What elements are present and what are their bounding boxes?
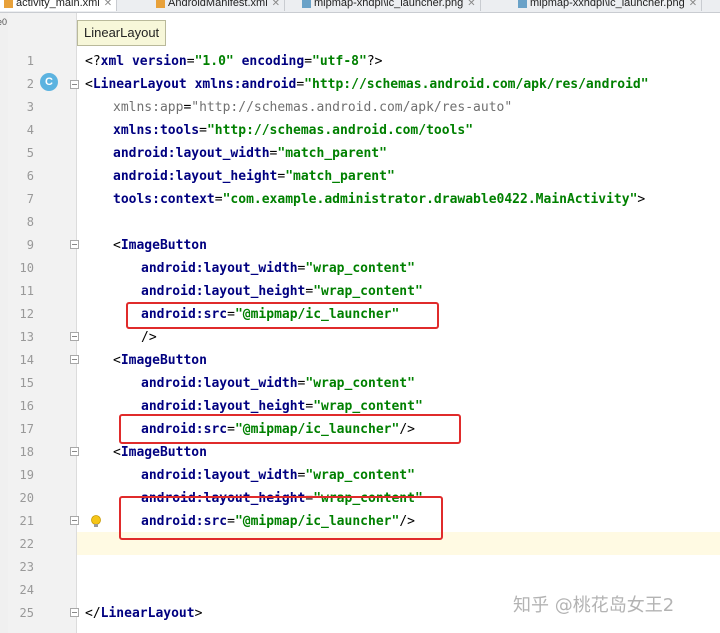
- xml-file-icon: [4, 0, 13, 8]
- line-number: 21: [19, 514, 34, 528]
- line-number: 3: [26, 100, 34, 114]
- highlight-box-src-3: [119, 496, 443, 540]
- close-icon[interactable]: ✕: [104, 0, 112, 9]
- line-number: 22: [19, 537, 34, 551]
- tab-mipmap-xxhdpi[interactable]: mipmap-xxhdpi\ic_launcher.png ✕: [514, 0, 703, 11]
- line-number: 7: [26, 192, 34, 206]
- code-line-2: <LinearLayout xmlns:android="http://sche…: [85, 77, 649, 92]
- line-number: 10: [19, 261, 34, 275]
- highlight-box-src-1: [126, 302, 439, 329]
- line-number: 19: [19, 468, 34, 482]
- tab-label: activity_main.xml: [16, 0, 100, 9]
- tab-activity-main[interactable]: activity_main.xml ✕: [0, 0, 118, 11]
- code-line-5: android:layout_width="match_parent": [113, 146, 387, 161]
- xml-file-icon: [156, 0, 165, 8]
- watermark: 知乎 @桃花岛女王2: [513, 595, 675, 616]
- line-number: 24: [19, 583, 34, 597]
- tooltip-linearlayout: LinearLayout: [77, 20, 167, 46]
- close-icon[interactable]: ✕: [272, 0, 280, 9]
- line-number: 12: [19, 307, 34, 321]
- tab-android-manifest[interactable]: AndroidManifest.xml ✕: [152, 0, 286, 11]
- image-file-icon: [518, 0, 527, 8]
- image-file-icon: [302, 0, 311, 8]
- code-line-18: <ImageButton: [113, 445, 207, 460]
- fold-marker-icon[interactable]: [70, 516, 79, 525]
- line-number: 1: [26, 54, 34, 68]
- code-line-15: android:layout_width="wrap_content": [141, 376, 415, 391]
- line-number: 17: [19, 422, 34, 436]
- code-line-11: android:layout_height="wrap_content": [141, 284, 423, 299]
- code-line-9: <ImageButton: [113, 238, 207, 253]
- side-strip-label: e0: [0, 17, 8, 27]
- highlight-box-src-2: [119, 414, 461, 444]
- line-number: 6: [26, 169, 34, 183]
- code-line-6: android:layout_height="match_parent": [113, 169, 395, 184]
- line-number: 11: [19, 284, 34, 298]
- fold-marker-icon[interactable]: [70, 332, 79, 341]
- code-line-7: tools:context="com.example.administrator…: [113, 192, 646, 207]
- tab-label: mipmap-xxhdpi\ic_launcher.png: [530, 0, 685, 9]
- code-line-19: android:layout_width="wrap_content": [141, 468, 415, 483]
- code-line-10: android:layout_width="wrap_content": [141, 261, 415, 276]
- line-number: 8: [26, 215, 34, 229]
- fold-marker-icon[interactable]: [70, 240, 79, 249]
- line-number: 13: [19, 330, 34, 344]
- line-number: 4: [26, 123, 34, 137]
- code-line-4: xmlns:tools="http://schemas.android.com/…: [113, 123, 474, 138]
- line-number: 23: [19, 560, 34, 574]
- fold-marker-icon[interactable]: [70, 608, 79, 617]
- code-line-1: <?xml version="1.0" encoding="utf-8"?>: [85, 54, 383, 69]
- class-reference-icon[interactable]: C: [40, 73, 58, 91]
- code-line-3: xmlns:app="http://schemas.android.com/ap…: [113, 100, 513, 115]
- code-line-13: />: [141, 330, 157, 345]
- line-number: 14: [19, 353, 34, 367]
- editor-tab-bar: activity_main.xml ✕ AndroidManifest.xml ✕ …: [0, 0, 720, 13]
- close-icon[interactable]: ✕: [689, 0, 697, 9]
- tab-label: mipmap-xhdpi\ic_launcher.png: [314, 0, 464, 9]
- lightbulb-icon[interactable]: [90, 515, 102, 529]
- fold-marker-icon[interactable]: [70, 447, 79, 456]
- line-number: 9: [26, 238, 34, 252]
- tab-mipmap-xhdpi[interactable]: mipmap-xhdpi\ic_launcher.png ✕: [298, 0, 481, 11]
- line-number: 15: [19, 376, 34, 390]
- line-number: 18: [19, 445, 34, 459]
- code-line-25: </LinearLayout>: [85, 606, 203, 621]
- fold-marker-icon[interactable]: [70, 80, 79, 89]
- line-number: 25: [19, 606, 34, 620]
- close-icon[interactable]: ✕: [467, 0, 475, 9]
- line-number: 5: [26, 146, 34, 160]
- line-number: 20: [19, 491, 34, 505]
- fold-marker-icon[interactable]: [70, 355, 79, 364]
- tab-label: AndroidManifest.xml: [168, 0, 268, 9]
- line-number: 2: [26, 77, 34, 91]
- code-line-14: <ImageButton: [113, 353, 207, 368]
- line-number: 16: [19, 399, 34, 413]
